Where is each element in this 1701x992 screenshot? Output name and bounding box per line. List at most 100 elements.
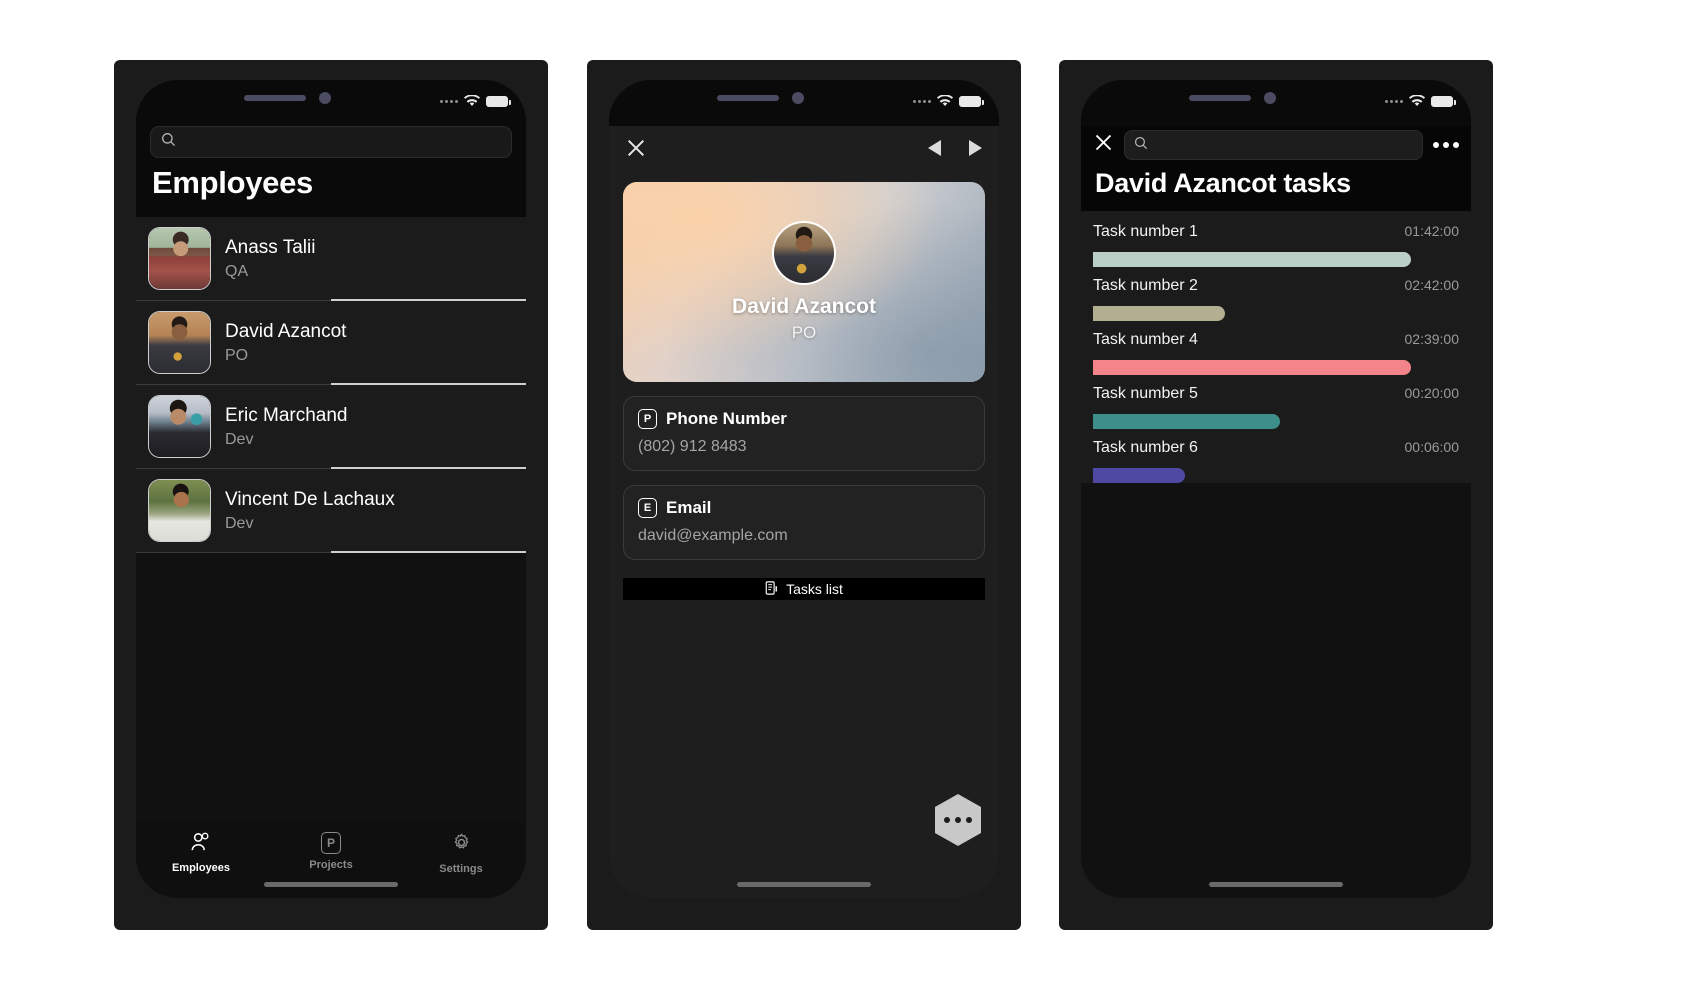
list-item[interactable]: Vincent De Lachaux Dev	[136, 469, 526, 552]
more-options-button[interactable]	[1433, 142, 1459, 148]
search-bar[interactable]	[150, 126, 512, 158]
battery-icon	[486, 95, 511, 107]
task-bar	[1093, 360, 1412, 375]
task-name: Task number 2	[1093, 277, 1198, 294]
task-row[interactable]: Task number 1 01:42:00	[1081, 213, 1471, 267]
email-card[interactable]: E Email david@example.com	[623, 485, 985, 560]
task-bar-track	[1093, 414, 1459, 429]
email-card-header: E Email	[638, 498, 970, 518]
avatar	[148, 227, 211, 290]
front-camera-icon	[319, 92, 331, 104]
tasks-search-row	[1093, 130, 1459, 160]
screenshot-stage: Employees Anass Talii QA David Azancot P…	[0, 0, 1701, 992]
people-icon	[190, 832, 212, 857]
employee-role: QA	[225, 262, 249, 280]
status-bar-2	[609, 80, 999, 126]
status-bar-1	[136, 80, 526, 126]
task-bar	[1093, 468, 1185, 483]
avatar	[148, 395, 211, 458]
profile-card: David Azancot PO	[623, 182, 985, 382]
wifi-icon	[937, 95, 953, 107]
home-indicator	[264, 882, 398, 887]
tab-label: Projects	[309, 859, 353, 871]
task-bar-track	[1093, 468, 1459, 483]
more-dots-icon	[1443, 142, 1449, 148]
search-input[interactable]	[1156, 137, 1413, 153]
page-title: Employees	[152, 165, 313, 200]
task-row[interactable]: Task number 2 02:42:00	[1081, 267, 1471, 321]
list-item[interactable]: David Azancot PO	[136, 301, 526, 384]
search-icon	[1134, 136, 1148, 155]
task-time: 02:42:00	[1404, 277, 1460, 293]
speaker-grill-icon	[1189, 95, 1251, 101]
task-bar-track	[1093, 360, 1459, 375]
tab-projects[interactable]: P Projects	[266, 832, 396, 871]
task-header: Task number 4 02:39:00	[1093, 331, 1459, 349]
list-document-icon	[765, 580, 778, 598]
phone-employee-detail: David Azancot PO P Phone Number (802) 91…	[587, 60, 1021, 930]
task-header: Task number 5 00:20:00	[1093, 385, 1459, 403]
more-actions-fab[interactable]	[935, 794, 981, 846]
page-title: David Azancot tasks	[1095, 168, 1351, 198]
speaker-grill-icon	[717, 95, 779, 101]
close-icon[interactable]	[1093, 132, 1114, 158]
tab-label: Employees	[171, 862, 231, 874]
employee-name: Eric Marchand	[225, 404, 348, 426]
avatar	[148, 479, 211, 542]
battery-icon	[959, 95, 984, 107]
detail-nav-bar	[609, 126, 999, 174]
list-separator	[136, 551, 526, 553]
profile-role: PO	[791, 323, 817, 342]
wifi-icon	[464, 95, 480, 107]
signal-dots-icon	[913, 99, 931, 103]
info-value: david@example.com	[638, 527, 788, 544]
phone3-header: David Azancot tasks	[1081, 126, 1471, 211]
list-item[interactable]: Anass Talii QA	[136, 217, 526, 300]
profile-name: David Azancot	[732, 295, 876, 318]
task-row[interactable]: Task number 5 00:20:00	[1081, 375, 1471, 429]
signal-dots-icon	[440, 99, 458, 103]
task-row[interactable]: Task number 4 02:39:00	[1081, 321, 1471, 375]
task-time: 00:20:00	[1404, 385, 1460, 401]
more-dots-icon	[955, 817, 961, 823]
signal-dots-icon	[1385, 99, 1403, 103]
task-name: Task number 1	[1093, 223, 1198, 240]
employee-role: Dev	[225, 514, 254, 532]
phone-number-card[interactable]: P Phone Number (802) 912 8483	[623, 396, 985, 471]
tasks-list-label: Tasks list	[786, 581, 843, 597]
close-icon[interactable]	[625, 137, 647, 164]
more-dots-icon	[966, 817, 972, 823]
task-row[interactable]: Task number 6 00:06:00	[1081, 429, 1471, 483]
list-item[interactable]: Eric Marchand Dev	[136, 385, 526, 468]
tasks-list-button[interactable]: Tasks list	[623, 578, 985, 600]
tab-label: Settings	[439, 863, 483, 875]
wifi-icon	[1409, 95, 1425, 107]
previous-arrow-icon[interactable]	[927, 139, 943, 162]
task-bar-track	[1093, 252, 1459, 267]
avatar	[772, 221, 836, 285]
more-dots-icon	[1433, 142, 1439, 148]
front-camera-icon	[792, 92, 804, 104]
tab-settings[interactable]: Settings	[396, 832, 526, 875]
info-value: (802) 912 8483	[638, 438, 747, 455]
employee-role: Dev	[225, 430, 254, 448]
phone-letter-icon: P	[638, 409, 657, 429]
home-indicator	[1209, 882, 1343, 887]
email-letter-icon: E	[638, 498, 657, 518]
task-list: Task number 1 01:42:00 Task number 2 02:…	[1081, 211, 1471, 483]
phone3-screen: David Azancot tasks Task number 1 01:42:…	[1081, 80, 1471, 898]
tab-employees[interactable]: Employees	[136, 832, 266, 874]
phone-card-header: P Phone Number	[638, 409, 970, 429]
task-bar-track	[1093, 306, 1459, 321]
search-bar[interactable]	[1124, 130, 1423, 160]
phone1-header: Employees	[136, 126, 526, 217]
more-dots-icon	[944, 817, 950, 823]
search-input[interactable]	[184, 134, 501, 150]
task-name: Task number 6	[1093, 439, 1198, 456]
employee-list: Anass Talii QA David Azancot PO Eric Mar…	[136, 217, 526, 553]
next-arrow-icon[interactable]	[967, 139, 983, 162]
status-icons-3	[1385, 95, 1456, 107]
home-indicator	[737, 882, 871, 887]
task-header: Task number 6 00:06:00	[1093, 439, 1459, 457]
avatar	[148, 311, 211, 374]
